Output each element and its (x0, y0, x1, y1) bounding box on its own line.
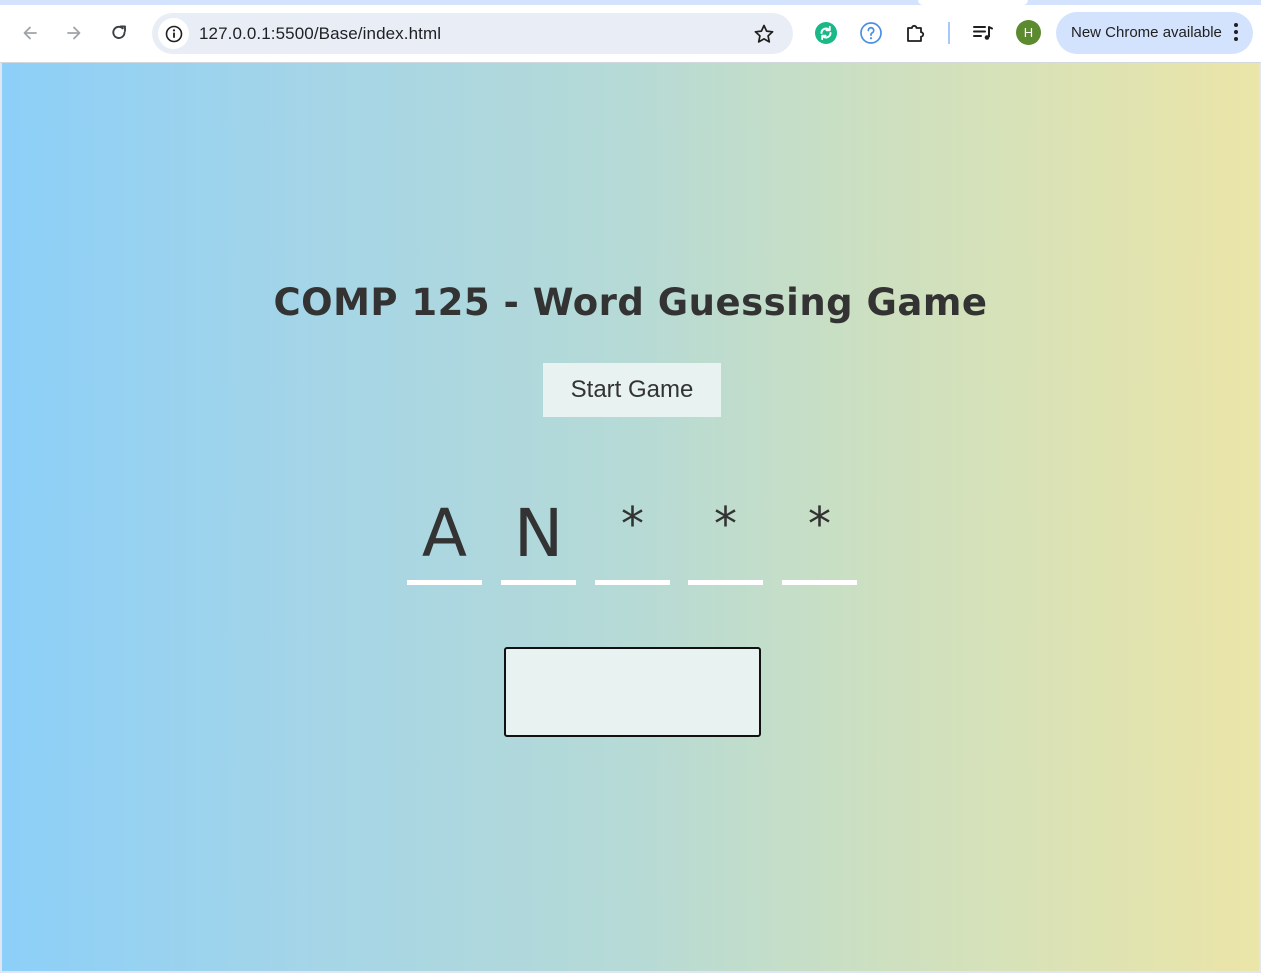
word-letter-slots: A N * * * (407, 493, 867, 588)
url-text[interactable]: 127.0.0.1:5500/Base/index.html (199, 24, 441, 44)
site-info-button[interactable] (158, 18, 189, 49)
media-control-icon (973, 26, 993, 40)
forward-button[interactable] (59, 18, 89, 48)
letter-slot-3: * (595, 493, 670, 585)
page-viewport: COMP 125 - Word Guessing Game Start Game… (2, 63, 1259, 971)
extensions-button[interactable] (903, 20, 929, 46)
sync-extension-button[interactable] (813, 20, 839, 46)
toolbar-separator (948, 22, 950, 44)
tab-strip (0, 0, 1261, 5)
letter-slot-1: A (407, 493, 482, 585)
back-arrow-icon (23, 26, 37, 40)
chrome-update-button[interactable]: New Chrome available (1056, 12, 1253, 54)
start-game-button[interactable]: Start Game (543, 363, 721, 417)
guess-input[interactable] (504, 647, 761, 737)
forward-arrow-icon (67, 26, 81, 40)
game-title: COMP 125 - Word Guessing Game (273, 281, 988, 324)
reload-button[interactable] (104, 18, 134, 48)
help-extension-icon (860, 22, 882, 44)
bookmark-star-icon[interactable] (753, 23, 775, 45)
address-bar[interactable]: 127.0.0.1:5500/Base/index.html (152, 13, 793, 54)
letter-slot-4: * (688, 493, 763, 585)
back-button[interactable] (15, 18, 45, 48)
browser-toolbar: 127.0.0.1:5500/Base/index.html H New Chr… (0, 0, 1261, 63)
letter-slot-5: * (782, 493, 857, 585)
more-menu-icon[interactable] (1233, 23, 1239, 43)
site-info-icon (165, 25, 182, 42)
update-label: New Chrome available (1071, 24, 1222, 41)
reload-icon (112, 25, 126, 39)
help-extension-button[interactable] (858, 20, 884, 46)
extensions-puzzle-icon (907, 24, 925, 42)
media-control-button[interactable] (970, 20, 996, 46)
letter-slot-2: N (501, 493, 576, 585)
sync-extension-icon (815, 22, 837, 44)
profile-avatar[interactable]: H (1016, 20, 1041, 45)
